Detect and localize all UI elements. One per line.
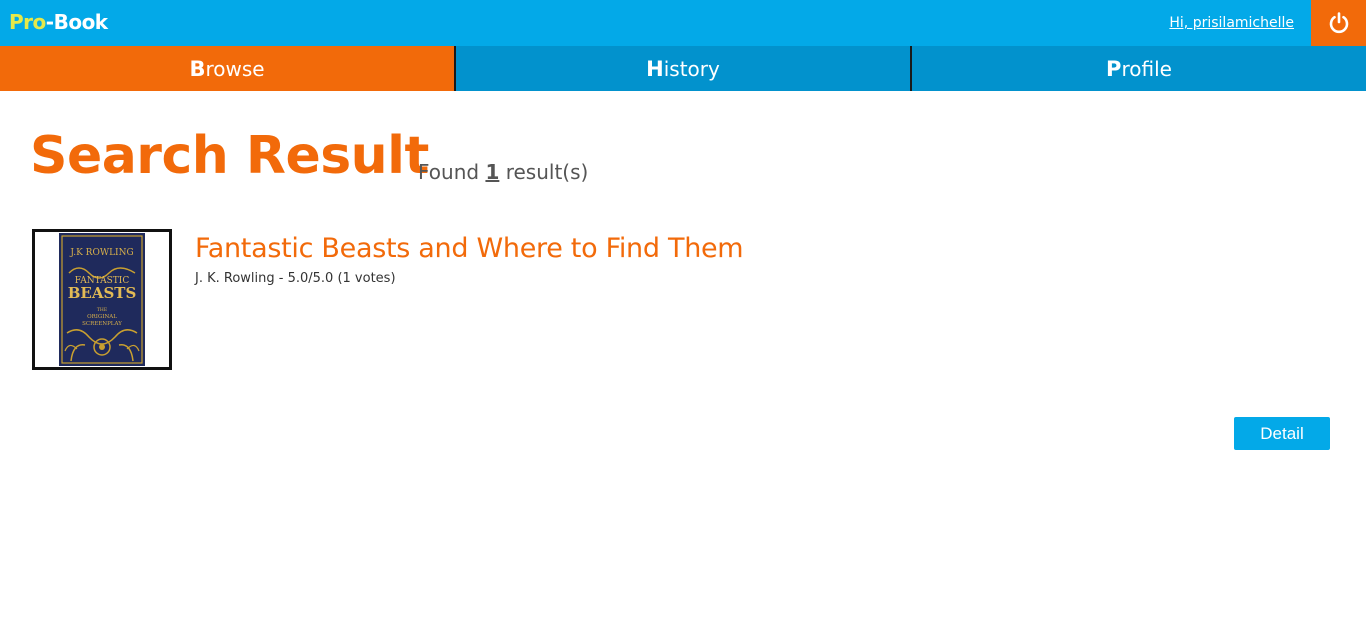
tab-browse-label: rowse bbox=[205, 56, 265, 81]
tab-history-label: istory bbox=[663, 56, 720, 81]
app-logo[interactable]: Pro-Book bbox=[9, 10, 108, 34]
logo-pro: Pro bbox=[9, 10, 46, 34]
detail-button[interactable]: Detail bbox=[1234, 417, 1330, 450]
book-title-link[interactable]: Fantastic Beasts and Where to Find Them bbox=[195, 233, 744, 264]
tab-history-initial: H bbox=[646, 56, 664, 81]
main-nav: Browse History Profile bbox=[0, 46, 1366, 91]
cover-sub-line3: SCREENPLAY bbox=[82, 321, 122, 327]
cover-title-line2: BEASTS bbox=[68, 284, 137, 302]
tab-profile[interactable]: Profile bbox=[910, 46, 1366, 91]
tab-profile-initial: P bbox=[1106, 56, 1122, 81]
user-greeting-link[interactable]: Hi, prisilamichelle bbox=[1169, 15, 1294, 31]
found-count: 1 bbox=[485, 160, 500, 184]
power-icon bbox=[1329, 12, 1348, 34]
top-bar: Pro-Book Hi, prisilamichelle bbox=[0, 0, 1366, 46]
tab-browse[interactable]: Browse bbox=[0, 46, 454, 91]
book-meta: J. K. Rowling - 5.0/5.0 (1 votes) bbox=[195, 271, 396, 286]
cover-author: J.K ROWLING bbox=[69, 248, 133, 258]
book-cover: J.K ROWLING FANTASTIC BEASTS THE ORIGINA… bbox=[32, 229, 172, 370]
cover-sub-line2: ORIGINAL bbox=[87, 314, 117, 320]
cover-sub-line1: THE bbox=[97, 307, 107, 313]
book-cover-image: J.K ROWLING FANTASTIC BEASTS THE ORIGINA… bbox=[59, 233, 145, 366]
found-prefix: Found bbox=[418, 160, 480, 184]
found-suffix: result(s) bbox=[505, 160, 589, 184]
tab-browse-initial: B bbox=[189, 56, 206, 81]
tab-history[interactable]: History bbox=[454, 46, 910, 91]
logo-dash: - bbox=[45, 10, 54, 34]
tab-profile-label: rofile bbox=[1121, 56, 1172, 81]
page-title: Search Result bbox=[30, 126, 429, 186]
logout-button[interactable] bbox=[1311, 0, 1366, 46]
result-count: Found 1 result(s) bbox=[418, 160, 588, 184]
logo-book: Book bbox=[53, 10, 109, 34]
